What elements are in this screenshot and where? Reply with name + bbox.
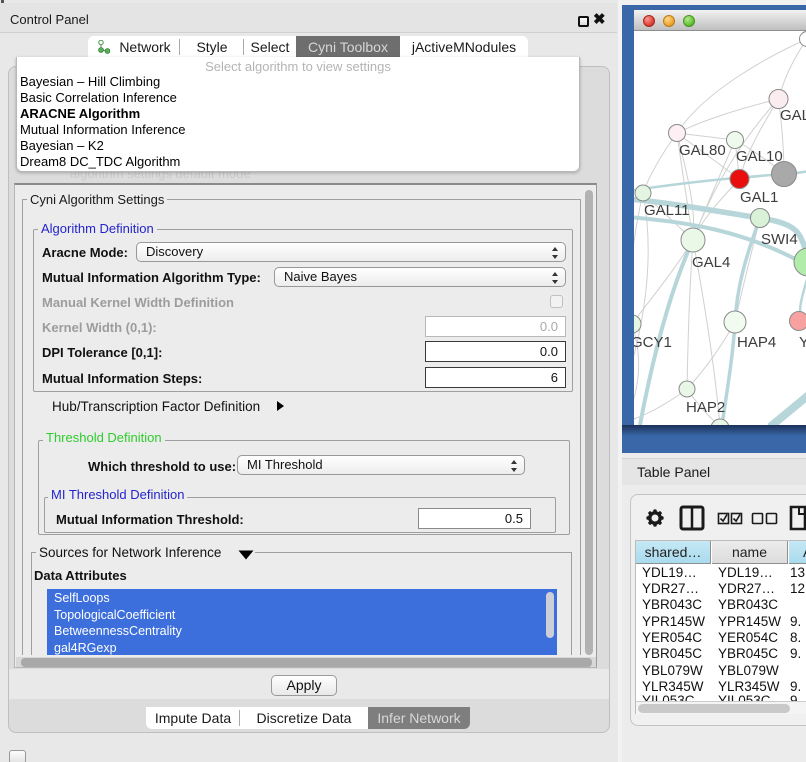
svg-text:GAL4: GAL4 [692,254,730,271]
svg-text:HAP2: HAP2 [686,399,725,416]
svg-text:SWI4: SWI4 [761,231,798,248]
svg-text:GCY1: GCY1 [634,334,672,351]
svg-text:GAL: GAL [780,107,806,124]
svg-text:GAL80: GAL80 [679,142,726,159]
svg-text:GAL11: GAL11 [644,202,690,219]
svg-text:GAL1: GAL1 [740,189,778,206]
svg-text:HAP4: HAP4 [737,334,776,351]
svg-text:GAL10: GAL10 [736,148,783,165]
svg-text:Y: Y [799,334,806,351]
